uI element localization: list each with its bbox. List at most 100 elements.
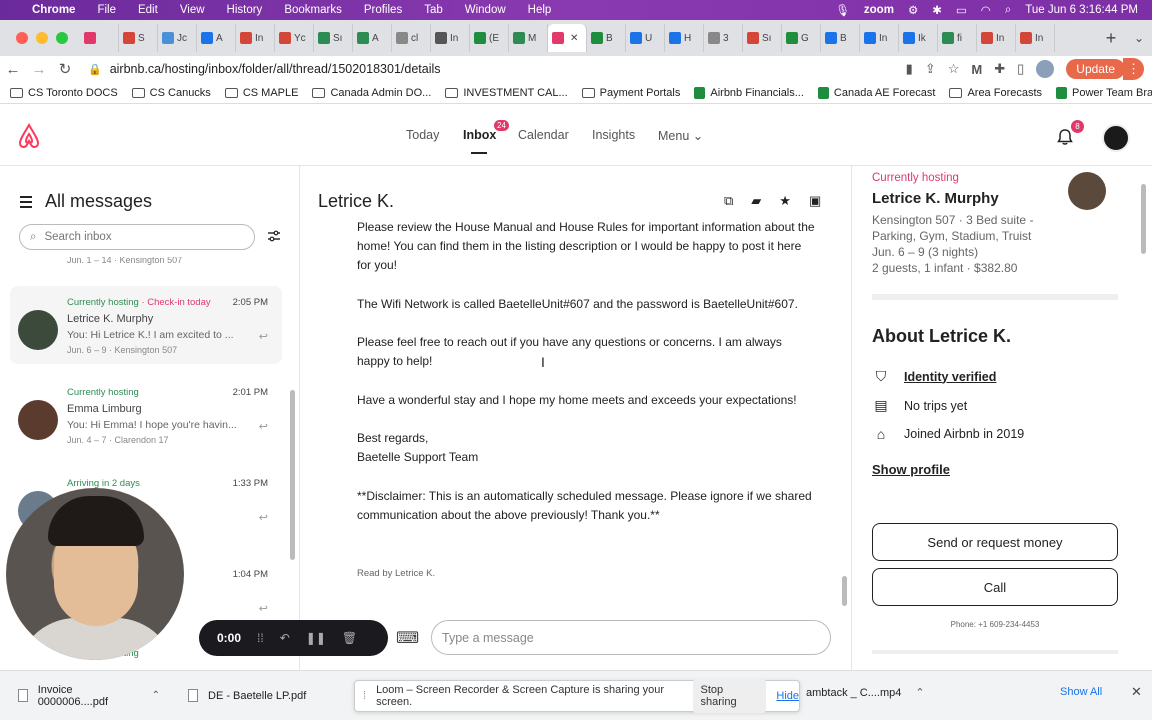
browser-tab[interactable]: H xyxy=(665,24,704,52)
download-item-right[interactable]: ambtack _ C....mp4 ⌃ xyxy=(806,686,925,700)
pause-icon[interactable]: ❚❚ xyxy=(306,631,326,645)
bookmark-star-icon[interactable]: ☆ xyxy=(948,61,960,77)
bookmark-item[interactable]: Payment Portals xyxy=(581,87,680,99)
translate-icon[interactable]: ⧉ xyxy=(724,193,733,209)
browser-tab[interactable]: Ik xyxy=(899,24,938,52)
zoom-window-button[interactable] xyxy=(56,32,68,44)
browser-tab[interactable]: Jc xyxy=(158,24,197,52)
back-button[interactable]: ← xyxy=(0,61,26,78)
nav-today[interactable]: Today xyxy=(406,128,439,142)
bookmark-item[interactable]: Canada Admin DO... xyxy=(312,87,431,99)
translate-message-icon[interactable]: ⌨ xyxy=(396,628,419,648)
bookmark-item[interactable]: CS Toronto DOCS xyxy=(10,87,118,99)
browser-tab[interactable]: M xyxy=(509,24,548,52)
update-button[interactable]: Update xyxy=(1066,59,1125,79)
hamburger-menu-icon[interactable] xyxy=(20,196,32,211)
menu-help[interactable]: Help xyxy=(517,4,563,16)
drag-handle-icon[interactable]: ⁞⁞ xyxy=(257,631,264,645)
notifications-bell-icon[interactable] xyxy=(1056,128,1074,146)
minimize-window-button[interactable] xyxy=(36,32,48,44)
browser-tab[interactable]: ✕ xyxy=(548,24,587,52)
tab-search-chevron-icon[interactable]: ⌄ xyxy=(1126,31,1152,45)
details-scrollbar[interactable] xyxy=(1141,184,1146,254)
search-icon[interactable]: ⌕ xyxy=(1005,4,1011,17)
delete-icon[interactable]: 🗑 xyxy=(342,631,357,645)
browser-tab[interactable]: (E xyxy=(470,24,509,52)
browser-tab[interactable]: fi xyxy=(938,24,977,52)
restart-icon[interactable]: ↶ xyxy=(280,631,290,645)
browser-tab[interactable]: In xyxy=(860,24,899,52)
status-icon[interactable]: ⚙ xyxy=(908,3,918,17)
browser-tab[interactable]: Sı xyxy=(314,24,353,52)
webcam-bubble[interactable] xyxy=(6,488,184,660)
close-icon[interactable]: ✕ xyxy=(1131,684,1142,700)
guest-avatar[interactable] xyxy=(1068,172,1106,210)
thread-item[interactable]: Currently hosting 2:01 PM Emma Limburg You:… xyxy=(10,376,282,454)
wifi-icon[interactable]: ◠ xyxy=(981,3,991,17)
browser-tab[interactable]: G xyxy=(782,24,821,52)
reload-button[interactable]: ↻ xyxy=(52,60,78,78)
bookmark-item[interactable]: CS Canucks xyxy=(131,87,211,99)
call-button[interactable]: Call xyxy=(872,568,1118,606)
chevron-up-icon[interactable]: ⌃ xyxy=(152,690,170,701)
send-request-money-button[interactable]: Send or request money xyxy=(872,523,1118,561)
browser-tab[interactable]: A xyxy=(197,24,236,52)
identity-verified-row[interactable]: ⛉ Identity verified xyxy=(872,368,997,385)
browser-tab[interactable]: Sı xyxy=(743,24,782,52)
bookmark-item[interactable]: CS MAPLE xyxy=(224,87,298,99)
nav-inbox[interactable]: Inbox xyxy=(463,128,496,142)
browser-tab[interactable] xyxy=(80,24,119,52)
browser-tab[interactable]: In xyxy=(431,24,470,52)
bookmark-item[interactable]: Area Forecasts xyxy=(949,87,1042,99)
star-icon[interactable]: ★ xyxy=(779,193,791,209)
browser-tab[interactable]: B xyxy=(821,24,860,52)
nav-insights[interactable]: Insights xyxy=(592,128,635,142)
sidepanel-icon[interactable]: ▯ xyxy=(1017,61,1024,77)
menu-file[interactable]: File xyxy=(86,4,127,16)
zoom-status[interactable]: zoom xyxy=(864,4,894,16)
browser-tab[interactable]: S xyxy=(119,24,158,52)
menu-edit[interactable]: Edit xyxy=(127,4,169,16)
browser-tab[interactable]: Yc xyxy=(275,24,314,52)
thread-item[interactable]: Currently hosting · Check-in today 2:05 P… xyxy=(10,286,282,364)
menu-window[interactable]: Window xyxy=(454,4,517,16)
new-tab-button[interactable]: + xyxy=(1096,28,1126,49)
more-menu-icon[interactable]: ⋮ xyxy=(1123,58,1144,80)
menu-app-name[interactable]: Chrome xyxy=(28,4,86,16)
clock-datetime[interactable]: Tue Jun 6 3:16:44 PM xyxy=(1025,4,1138,16)
sidebar-scrollbar[interactable] xyxy=(290,390,295,560)
show-profile-link[interactable]: Show profile xyxy=(872,462,950,477)
hide-banner-link[interactable]: Hide xyxy=(776,690,799,702)
menu-bookmarks[interactable]: Bookmarks xyxy=(273,4,353,16)
nav-menu[interactable]: Menu ⌄ xyxy=(658,128,703,143)
extensions-puzzle-icon[interactable]: ✚ xyxy=(994,61,1005,77)
download-item[interactable]: Invoice 0000006....pdf ⌃ xyxy=(0,684,170,708)
browser-tab[interactable]: In xyxy=(1016,24,1055,52)
close-window-button[interactable] xyxy=(16,32,28,44)
identity-verified-link[interactable]: Identity verified xyxy=(904,370,996,384)
browser-tab[interactable]: B xyxy=(587,24,626,52)
bookmark-item[interactable]: Airbnb Financials... xyxy=(694,86,804,99)
filter-icon[interactable] xyxy=(268,230,280,245)
stop-sharing-button[interactable]: Stop sharing xyxy=(692,679,767,713)
menu-view[interactable]: View xyxy=(169,4,216,16)
camera-icon[interactable]: ▮ xyxy=(906,61,913,77)
profile-avatar[interactable] xyxy=(1036,60,1055,78)
bookmark-item[interactable]: INVESTMENT CAL... xyxy=(445,87,568,99)
show-all-downloads-link[interactable]: Show All xyxy=(1060,686,1102,698)
menu-history[interactable]: History xyxy=(216,4,274,16)
microphone-icon[interactable]: 🎙 xyxy=(835,3,850,17)
drag-handle-icon[interactable]: ⁞ xyxy=(363,690,366,702)
browser-tab[interactable]: U xyxy=(626,24,665,52)
bookmark-item[interactable]: Power Team Brant... xyxy=(1056,86,1152,99)
browser-tab[interactable]: A xyxy=(353,24,392,52)
forward-button[interactable]: → xyxy=(26,61,52,78)
download-item[interactable]: DE - Baetelle LP.pdf xyxy=(170,689,340,702)
conversation-scrollbar[interactable] xyxy=(842,576,847,606)
menu-profiles[interactable]: Profiles xyxy=(353,4,413,16)
battery-icon[interactable]: ▭ xyxy=(956,3,967,17)
search-inbox-input[interactable]: ⌕ Search inbox xyxy=(19,224,255,250)
host-avatar[interactable] xyxy=(1102,124,1130,152)
menu-tab[interactable]: Tab xyxy=(413,4,454,16)
archive-icon[interactable]: ▣ xyxy=(809,193,821,209)
